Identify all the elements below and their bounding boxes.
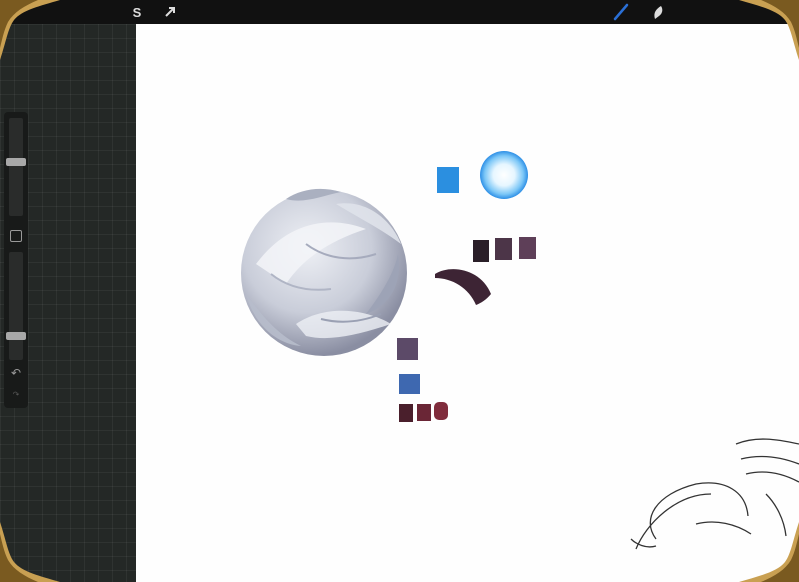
crescent-stroke bbox=[435, 269, 491, 305]
swatch-maroon-3 bbox=[434, 402, 448, 420]
undo-icon[interactable]: ↶ bbox=[9, 366, 23, 380]
brush-size-slider[interactable] bbox=[6, 118, 26, 216]
selection-s-icon[interactable]: S bbox=[128, 3, 146, 21]
opacity-slider[interactable] bbox=[6, 252, 26, 360]
frame-corner-bottom-right bbox=[739, 522, 799, 582]
frame-corner-top-right bbox=[739, 0, 799, 60]
transform-arrow-icon[interactable] bbox=[161, 3, 179, 21]
swatch-dark-2 bbox=[495, 238, 512, 260]
blue-swatch bbox=[437, 167, 459, 193]
brush-size-thumb[interactable] bbox=[6, 158, 26, 166]
modify-square-icon[interactable] bbox=[10, 230, 22, 242]
fur-ball-sketch bbox=[241, 188, 407, 356]
redo-icon[interactable]: ↷ bbox=[9, 388, 23, 402]
swatch-dark-3 bbox=[519, 237, 536, 259]
glow-circle bbox=[480, 151, 528, 199]
tool-sidebar: ↶ ↷ bbox=[4, 112, 28, 408]
smudge-icon[interactable] bbox=[650, 3, 668, 21]
swatch-dark-1 bbox=[473, 240, 489, 262]
drawing-canvas[interactable] bbox=[136, 24, 799, 582]
frame-corner-bottom-left bbox=[0, 522, 60, 582]
brush-icon[interactable] bbox=[612, 3, 630, 21]
swatch-maroon-2 bbox=[417, 404, 431, 421]
left-panel: ↶ ↷ bbox=[0, 24, 136, 582]
swatch-maroon-1 bbox=[399, 404, 413, 422]
frame-corner-top-left bbox=[0, 0, 60, 60]
top-toolbar: S bbox=[0, 0, 799, 24]
swatch-blue-small bbox=[399, 374, 420, 394]
opacity-thumb[interactable] bbox=[6, 332, 26, 340]
selection-s-glyph: S bbox=[132, 4, 142, 20]
swatch-purple bbox=[397, 338, 418, 360]
